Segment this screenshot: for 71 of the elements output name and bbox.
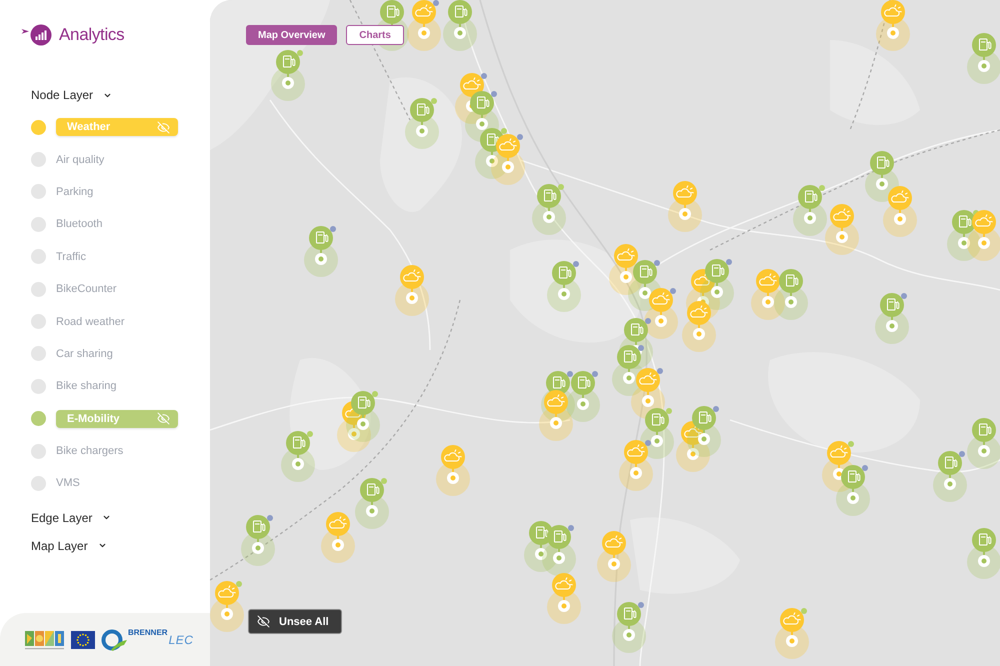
- charging-station-marker-icon[interactable]: [966, 33, 1000, 85]
- charging-station-marker-icon[interactable]: [686, 406, 722, 458]
- weather-marker-icon[interactable]: [667, 181, 703, 233]
- eye-off-icon: [257, 615, 270, 628]
- charging-station-marker-icon[interactable]: [541, 525, 577, 577]
- charging-station-marker-icon[interactable]: [835, 465, 871, 517]
- weather-marker-icon[interactable]: [681, 301, 717, 353]
- layer-item[interactable]: VMS: [56, 474, 80, 492]
- charging-station-marker-icon[interactable]: [270, 50, 306, 102]
- charging-station-marker-icon[interactable]: [531, 184, 567, 236]
- weather-marker-icon[interactable]: [875, 0, 911, 52]
- weather-marker-icon[interactable]: [774, 608, 810, 660]
- tiles-logo-icon: [25, 630, 65, 650]
- charging-station-marker-icon[interactable]: [611, 602, 647, 654]
- layer-item[interactable]: Bike sharing: [56, 377, 117, 396]
- charging-station-marker-icon[interactable]: [565, 371, 601, 423]
- layer-item[interactable]: Road weather: [56, 312, 124, 331]
- layer-section-toggle[interactable]: Map Layer: [31, 532, 107, 560]
- eye-off-icon: [157, 412, 170, 426]
- charging-station-marker-icon[interactable]: [639, 408, 675, 460]
- eu-flag-icon: [71, 630, 95, 648]
- charging-station-marker-icon[interactable]: [240, 515, 276, 567]
- charging-station-marker-icon[interactable]: [345, 391, 381, 443]
- charging-station-marker-icon[interactable]: [546, 261, 582, 313]
- layer-item[interactable]: E-Mobility: [56, 410, 178, 428]
- eye-off-icon: [157, 120, 170, 134]
- brand-suffix: LEC: [168, 632, 194, 646]
- weather-marker-icon[interactable]: [435, 445, 471, 497]
- weather-marker-icon[interactable]: [538, 390, 574, 442]
- weather-marker-icon[interactable]: [320, 512, 356, 564]
- weather-marker-icon[interactable]: [210, 581, 245, 633]
- layer-item[interactable]: Bluetooth: [56, 215, 102, 234]
- charging-station-marker-icon[interactable]: [874, 293, 910, 345]
- layer-section-toggle[interactable]: Edge Layer: [31, 504, 112, 532]
- weather-marker-icon[interactable]: [882, 186, 918, 238]
- layer-item[interactable]: Traffic: [56, 248, 86, 266]
- bar-chart-logo-icon: [21, 24, 52, 46]
- swirl-logo-icon: [101, 628, 127, 650]
- charging-station-marker-icon[interactable]: [966, 528, 1000, 580]
- layer-item[interactable]: BikeCounter: [56, 280, 117, 298]
- weather-marker-icon[interactable]: [618, 440, 654, 492]
- layer-item[interactable]: Weather: [56, 118, 178, 136]
- app-title: Analytics: [59, 25, 124, 45]
- view-tab[interactable]: Charts: [346, 25, 404, 45]
- layer-item[interactable]: Air quality: [56, 150, 104, 169]
- charging-station-marker-icon[interactable]: [864, 151, 900, 203]
- charging-station-marker-icon[interactable]: [932, 451, 968, 503]
- view-tab[interactable]: Map Overview: [246, 25, 338, 45]
- charging-station-marker-icon[interactable]: [442, 0, 478, 52]
- weather-marker-icon[interactable]: [490, 134, 526, 186]
- weather-marker-icon[interactable]: [406, 0, 442, 52]
- weather-marker-icon[interactable]: [394, 265, 430, 317]
- charging-station-marker-icon[interactable]: [966, 418, 1000, 470]
- unsee-all-button[interactable]: Unsee All: [248, 609, 342, 634]
- charging-station-marker-icon[interactable]: [354, 478, 390, 530]
- weather-marker-icon[interactable]: [966, 210, 1000, 262]
- layer-item[interactable]: Parking: [56, 182, 94, 201]
- charging-station-marker-icon[interactable]: [404, 98, 440, 150]
- weather-marker-icon[interactable]: [596, 531, 632, 583]
- weather-marker-icon[interactable]: [643, 288, 679, 340]
- brand-name: BRENNER: [128, 628, 168, 636]
- layer-item[interactable]: Bike chargers: [56, 442, 124, 460]
- layer-item[interactable]: Car sharing: [56, 344, 113, 363]
- charging-station-marker-icon[interactable]: [303, 226, 339, 278]
- charging-station-marker-icon[interactable]: [792, 185, 828, 237]
- weather-marker-icon[interactable]: [546, 573, 582, 625]
- charging-station-marker-icon[interactable]: [773, 269, 809, 321]
- charging-station-marker-icon[interactable]: [280, 431, 316, 483]
- weather-marker-icon[interactable]: [824, 204, 860, 256]
- charging-station-marker-icon[interactable]: [699, 259, 735, 311]
- layer-section-toggle[interactable]: Node Layer: [31, 81, 112, 109]
